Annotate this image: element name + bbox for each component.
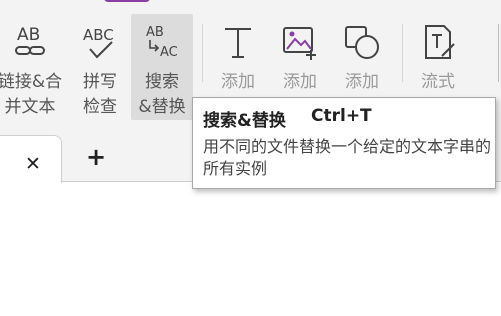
- svg-text:AB: AB: [17, 25, 40, 45]
- text-icon: [225, 28, 251, 58]
- tooltip-description: 用不同的文件替换一个给定的文本字串的所有实例: [203, 137, 492, 178]
- search-replace-label: 搜索 &替换: [138, 72, 186, 117]
- flow-text-label: 流式: [421, 72, 455, 92]
- active-ribbon-tab-indicator: [104, 0, 150, 2]
- spell-check-label: 拼写 检查: [83, 72, 117, 117]
- document-tab[interactable]: ✕: [0, 135, 62, 183]
- search-replace-icon: AB AC: [146, 25, 178, 60]
- close-icon[interactable]: ✕: [23, 154, 43, 174]
- tooltip: 搜索&替换 Ctrl+T 用不同的文件替换一个给定的文本字串的所有实例: [192, 97, 496, 189]
- ribbon-separator: [402, 24, 403, 82]
- ribbon-edge-item: [498, 24, 499, 82]
- add-image-label: 添加: [283, 72, 317, 92]
- search-replace-button[interactable]: AB AC 搜索 &替换: [131, 14, 193, 120]
- merge-text-label: 链接&合 并文本: [0, 72, 63, 117]
- shape-icon: [345, 26, 379, 59]
- svg-text:AC: AC: [160, 45, 178, 60]
- flow-text-icon: [425, 25, 455, 59]
- image-add-icon: [283, 27, 316, 60]
- add-text-label: 添加: [221, 72, 255, 92]
- new-tab-plus-icon[interactable]: +: [84, 145, 108, 169]
- merge-text-button[interactable]: AB 链接&合 并文本: [0, 14, 68, 120]
- tooltip-title: 搜索&替换: [203, 111, 286, 131]
- svg-text:AB: AB: [146, 25, 164, 40]
- add-shape-label: 添加: [345, 72, 379, 92]
- spell-check-icon: ABC: [83, 26, 114, 59]
- link-merge-icon: AB: [15, 25, 45, 55]
- svg-text:ABC: ABC: [83, 26, 114, 44]
- ribbon-separator: [202, 24, 203, 82]
- tooltip-shortcut: Ctrl+T: [311, 106, 372, 126]
- spell-check-button[interactable]: ABC 拼写 检查: [73, 14, 127, 120]
